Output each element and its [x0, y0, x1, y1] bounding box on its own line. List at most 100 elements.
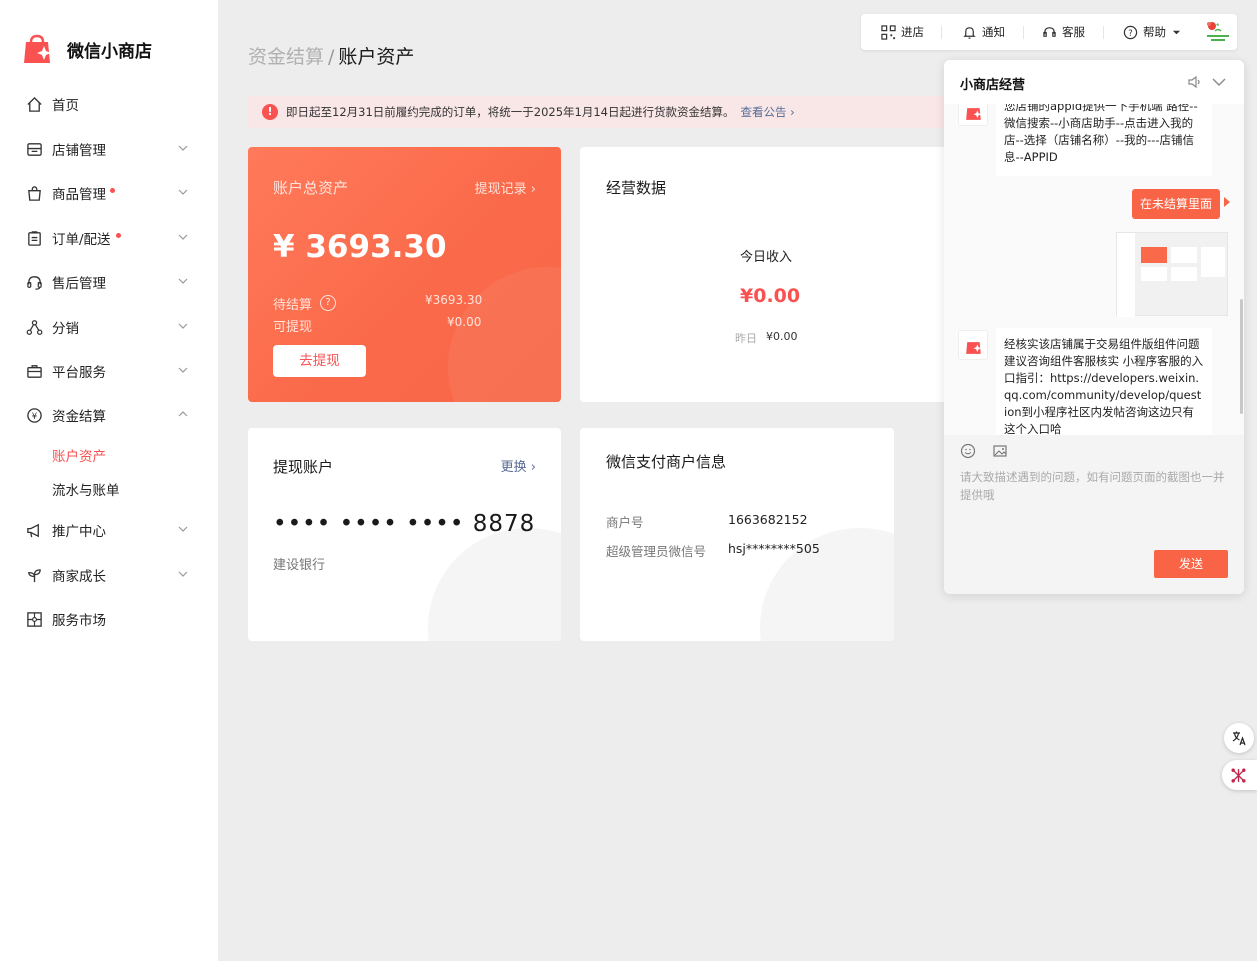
- help-menu-button[interactable]: ? 帮助: [1123, 14, 1181, 50]
- merchant-id-label: 商户号: [606, 515, 644, 530]
- today-income-label: 今日收入: [740, 250, 793, 265]
- toolbar-divider: [1023, 26, 1024, 39]
- sidebar-item-after-sales[interactable]: 售后管理: [0, 264, 218, 300]
- total-assets-title: 账户总资产: [273, 179, 349, 197]
- chevron-down-icon: [178, 189, 188, 195]
- breadcrumb: 资金结算 / 账户资产: [248, 42, 414, 69]
- admin-wechat-value: hsj********505: [728, 541, 820, 556]
- headset-icon: [27, 276, 42, 290]
- sidebar-item-platform-services[interactable]: 平台服务: [0, 353, 218, 389]
- chat-title: 小商店经营: [960, 78, 1026, 93]
- headset-icon: [1043, 26, 1056, 37]
- bot-avatar: [958, 104, 988, 126]
- warning-icon: !: [262, 104, 278, 120]
- speaker-icon[interactable]: [1187, 74, 1203, 90]
- image-icon[interactable]: [992, 443, 1008, 459]
- thumb-panel: [1201, 247, 1225, 277]
- masked-card-number: •••• •••• •••• 8878: [273, 511, 536, 537]
- chevron-down-icon: [178, 367, 188, 373]
- sidebar: 微信小商店 首页 店铺管理 商品管理 订单/配送 售后管理 分销 平台服务 ¥ …: [0, 0, 218, 961]
- bank-name: 建设银行: [273, 558, 326, 573]
- view-announcement-link[interactable]: 查看公告 ›: [740, 104, 794, 120]
- assistant-float-button[interactable]: [1222, 760, 1257, 790]
- chat-message-input[interactable]: 请大致描述遇到的问题，如有问题页面的截图也一并提供哦: [960, 468, 1230, 504]
- megaphone-icon: [27, 523, 39, 538]
- sidebar-item-fund-settlement[interactable]: ¥ 资金结算: [0, 397, 218, 433]
- qr-code-icon: [881, 24, 896, 40]
- caret-down-icon: [1172, 30, 1181, 34]
- sidebar-item-product-management[interactable]: 商品管理: [0, 175, 218, 211]
- bot-message: 经核实该店铺属于交易组件版组件问题建议咨询组件客服核实 小程序客服的入口指引：h…: [996, 328, 1212, 435]
- admin-wechat-label: 超级管理员微信号: [606, 544, 707, 559]
- bot-avatar: [958, 330, 988, 360]
- emoji-icon[interactable]: [960, 443, 976, 459]
- yuan-icon: ¥: [27, 408, 42, 423]
- wechat-pay-merchant-card: 微信支付商户信息 商户号 1663682152 超级管理员微信号 hsj****…: [580, 428, 894, 641]
- merchant-id-value: 1663682152: [728, 512, 808, 527]
- yesterday-label: 昨日: [735, 332, 757, 345]
- new-dot-badge: [116, 233, 121, 238]
- network-icon: [1231, 768, 1246, 783]
- share-icon: [26, 320, 43, 335]
- translate-button[interactable]: [1224, 723, 1254, 753]
- collapse-chevron-icon[interactable]: [1212, 75, 1226, 89]
- sidebar-item-service-market[interactable]: 服务市场: [0, 601, 218, 637]
- thumb-card: [1171, 247, 1197, 263]
- shop-bag-logo-icon: [966, 342, 982, 354]
- sidebar-item-label: 分销: [52, 321, 79, 337]
- business-data-card: 经营数据 今日收入 ¥0.00 昨日 ¥0.00: [580, 147, 960, 402]
- yesterday-value: ¥0.00: [766, 330, 798, 343]
- sidebar-item-label: 平台服务: [52, 365, 106, 381]
- card-decoration: [428, 528, 561, 641]
- shop-bag-logo-icon: [966, 108, 982, 120]
- breadcrumb-parent[interactable]: 资金结算: [248, 46, 324, 68]
- sidebar-subitem-account-assets[interactable]: 账户资产: [52, 445, 106, 465]
- chevron-down-icon: [178, 526, 188, 532]
- toolbar-divider: [941, 26, 942, 39]
- translate-icon: [1232, 731, 1246, 746]
- screenshot-thumbnail[interactable]: [1116, 232, 1228, 317]
- clipboard-icon: [28, 231, 41, 246]
- total-assets-amount: ¥ 3693.30: [273, 229, 447, 265]
- sidebar-item-merchant-growth[interactable]: 商家成长: [0, 557, 218, 593]
- thumb-card: [1171, 267, 1197, 281]
- app-logo[interactable]: 微信小商店: [22, 33, 152, 65]
- sidebar-item-label: 商家成长: [52, 569, 106, 585]
- sidebar-item-label: 商品管理: [52, 187, 106, 203]
- store-icon: [27, 143, 42, 156]
- customer-service-button[interactable]: 客服: [1042, 14, 1085, 50]
- chevron-down-icon: [178, 278, 188, 284]
- send-button[interactable]: 发送: [1154, 550, 1228, 578]
- bell-icon: [963, 26, 976, 39]
- sidebar-subitem-statements[interactable]: 流水与账单: [52, 479, 120, 499]
- sidebar-item-distribution[interactable]: 分销: [0, 309, 218, 345]
- chat-messages: 您店铺的appid提供一下手机端 路径--微信搜索--小商店助手--点击进入我的…: [944, 104, 1244, 435]
- withdraw-button[interactable]: 去提现: [273, 345, 366, 377]
- help-question-icon[interactable]: ?: [320, 295, 336, 311]
- store-avatar[interactable]: [1203, 18, 1233, 46]
- enter-store-button[interactable]: 进店: [881, 14, 924, 50]
- sidebar-item-promotion[interactable]: 推广中心: [0, 512, 218, 548]
- puzzle-icon: [27, 612, 42, 627]
- new-dot-badge: [110, 188, 115, 193]
- chevron-down-icon: [178, 323, 188, 329]
- sidebar-item-home[interactable]: 首页: [0, 86, 218, 122]
- sidebar-item-orders[interactable]: 订单/配送: [0, 220, 218, 256]
- today-income-value: ¥0.00: [740, 285, 801, 307]
- business-data-title: 经营数据: [606, 179, 667, 197]
- sidebar-item-label: 服务市场: [52, 613, 106, 629]
- bot-message: 您店铺的appid提供一下手机端 路径--微信搜索--小商店助手--点击进入我的…: [996, 104, 1212, 176]
- sidebar-item-label: 首页: [52, 98, 79, 114]
- withdraw-account-title: 提现账户: [273, 458, 334, 476]
- withdrawable-value: ¥0.00: [447, 315, 482, 329]
- sidebar-item-store-management[interactable]: 店铺管理: [0, 131, 218, 167]
- withdraw-records-link[interactable]: 提现记录 ›: [475, 178, 536, 197]
- change-account-link[interactable]: 更换 ›: [501, 456, 536, 475]
- notifications-button[interactable]: 通知: [962, 14, 1005, 50]
- top-toolbar: 进店 通知 客服 ? 帮助: [861, 14, 1237, 50]
- page-title: 账户资产: [338, 46, 415, 68]
- pending-settlement-label: 待结算: [273, 298, 313, 313]
- chat-scrollbar[interactable]: [1240, 299, 1243, 414]
- chevron-up-icon: [178, 411, 188, 417]
- bag-icon: [28, 186, 41, 201]
